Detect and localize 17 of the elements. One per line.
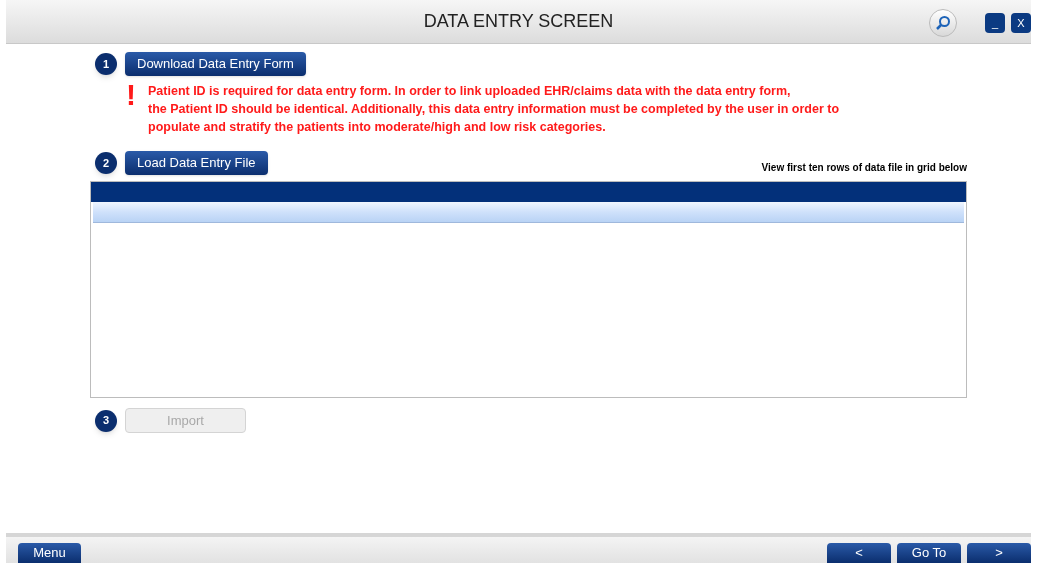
step-number-badge: 3 [95, 409, 117, 432]
close-button[interactable]: X [1011, 13, 1031, 33]
grid-note: View first ten rows of data file in grid below [761, 160, 967, 175]
menu-button[interactable]: Menu [18, 543, 81, 563]
previous-button[interactable]: < [827, 543, 891, 563]
next-button[interactable]: > [967, 543, 1031, 563]
search-icon [935, 15, 951, 31]
step-button[interactable]: Load Data Entry File [125, 151, 268, 175]
search-button[interactable] [929, 9, 957, 37]
minimize-button[interactable]: _ [985, 13, 1005, 33]
step-button[interactable]: Download Data Entry Form [125, 52, 306, 76]
warning-icon: ! [126, 80, 136, 110]
warning-message: Patient ID is required for data entry form. In order to link uploaded EHR/claims data with the data entry form, the Patient ID should be identical. Additionally, this data entry information must be completed by the user in order to populate and stratify the patients into moderate/high and low risk categories. [148, 83, 840, 136]
step-number-badge: 1 [95, 53, 117, 75]
go-to-button[interactable]: Go To [897, 543, 961, 563]
window-title: DATA ENTRY SCREEN [423, 10, 614, 33]
step-number-badge: 2 [95, 152, 117, 174]
